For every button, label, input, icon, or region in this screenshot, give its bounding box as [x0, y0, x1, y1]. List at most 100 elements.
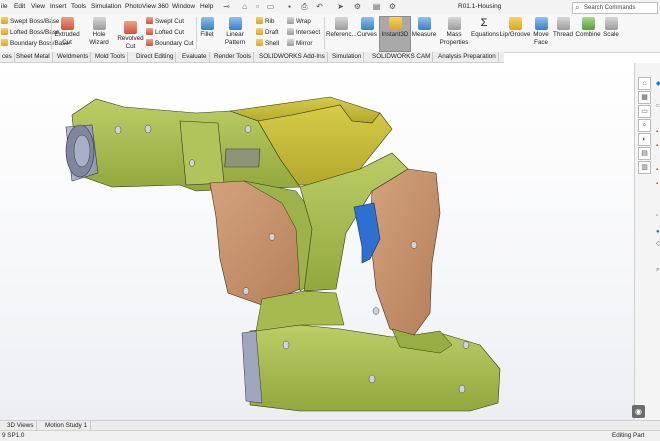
housing-3d-model[interactable]: [0, 63, 634, 420]
mirror-label: Mirror: [296, 40, 313, 47]
solidworks-resources-icon[interactable]: ⌂: [638, 77, 651, 90]
custom-properties-icon[interactable]: ▤: [638, 147, 651, 160]
tab-direct-editing[interactable]: Direct Editing: [134, 52, 177, 62]
menu-simulation[interactable]: Simulation: [91, 3, 121, 10]
menu-view[interactable]: View: [31, 3, 45, 10]
combine-button[interactable]: Combine: [574, 17, 602, 39]
rebuild-icon[interactable]: ⚙: [353, 2, 362, 11]
revolved-cut-button[interactable]: Revolved Cut: [117, 21, 144, 51]
file-explorer-icon[interactable]: ▭: [638, 105, 651, 118]
search-commands-input[interactable]: ⌕ Search Commands: [572, 2, 658, 14]
edit-appearance-icon[interactable]: ▪: [656, 167, 660, 174]
heads-up-toolbar-toggle-icon[interactable]: ◉: [632, 405, 645, 418]
design-library-icon[interactable]: ▦: [638, 91, 651, 104]
menu-window[interactable]: Window: [172, 3, 195, 10]
menu-photoview[interactable]: PhotoView 360: [125, 3, 169, 10]
options-icon[interactable]: ⚙: [388, 2, 397, 11]
shell-button[interactable]: Shell: [256, 39, 279, 49]
thread-button[interactable]: Thread: [552, 17, 574, 39]
task-pane: ⌂ ▦ ▭ ⌕ ◐ ▤ ▥ ◆ ▭ ▪ ▪ ▪ ▪ ▫ ● ◇ ⌕: [634, 63, 660, 420]
instant3d-label: Instant3D: [381, 31, 409, 38]
curves-label: Curves: [357, 31, 377, 38]
label-plate: [224, 148, 261, 168]
linear-pattern-button[interactable]: Linear Pattern: [216, 17, 254, 47]
mirror-button[interactable]: Mirror: [287, 39, 312, 49]
menu-tools[interactable]: Tools: [71, 3, 86, 10]
linear-pattern-icon: [228, 17, 242, 30]
tab-weldments[interactable]: Weldments: [55, 52, 92, 62]
rib-icon: [256, 17, 263, 24]
equations-button[interactable]: Σ Equations: [471, 17, 499, 39]
tab-mold-tools[interactable]: Mold Tools: [93, 52, 128, 62]
boundary-cut-button[interactable]: Boundary Cut: [146, 39, 194, 49]
measure-button[interactable]: Measure: [411, 17, 437, 39]
equations-icon: Σ: [480, 17, 488, 29]
zoom-view-icon[interactable]: ⌕: [656, 267, 660, 274]
undo-icon[interactable]: ↶: [315, 2, 324, 11]
print-icon[interactable]: ⎙: [300, 2, 309, 11]
intersect-icon: [287, 28, 294, 35]
intersect-label: Intersect: [296, 29, 321, 36]
rib-button[interactable]: Rib: [256, 17, 274, 27]
lofted-cut-button[interactable]: Lofted Cut: [146, 28, 184, 38]
tab-render-tools[interactable]: Render Tools: [212, 52, 254, 62]
view-orientation-icon[interactable]: ◆: [656, 81, 660, 88]
document-title: R01.1-Housing: [458, 3, 502, 10]
nozzle-inner: [73, 134, 91, 168]
search-icon[interactable]: ⌕: [638, 119, 651, 132]
select-arrow-icon[interactable]: ➤: [336, 2, 345, 11]
tab-simulation[interactable]: Simulation: [330, 52, 365, 62]
tab-analysis-preparation[interactable]: Analysis Preparation: [436, 52, 499, 62]
extruded-cut-button[interactable]: Extruded Cut: [54, 17, 80, 47]
draft-button[interactable]: Draft: [256, 28, 279, 38]
handle-grip: [369, 168, 441, 336]
hole-wizard-button[interactable]: Hole Wizard: [82, 17, 116, 47]
tab-sheet-metal[interactable]: Sheet Metal: [14, 52, 53, 62]
instant3d-button[interactable]: Instant3D: [379, 16, 411, 52]
fillet-button[interactable]: Fillet: [198, 17, 216, 39]
appearances-icon[interactable]: ◐: [638, 133, 651, 146]
view-settings-icon[interactable]: ▫: [656, 213, 660, 220]
tab-solidworks-addins[interactable]: SOLIDWORKS Add-Ins: [257, 52, 328, 62]
wrap-label: Wrap: [296, 18, 311, 25]
lip-groove-label: Lip/Groove: [499, 31, 531, 38]
open-folder-icon[interactable]: ▭: [266, 2, 275, 11]
display-style-icon[interactable]: ▪: [656, 129, 660, 136]
save-icon[interactable]: ▪: [285, 2, 294, 11]
pin-icon[interactable]: ⊸: [222, 2, 231, 11]
menu-help[interactable]: Help: [200, 3, 213, 10]
tab-solidworks-cam[interactable]: SOLIDWORKS CAM: [370, 52, 434, 62]
scale-button[interactable]: Scale: [602, 17, 620, 39]
move-face-icon: [534, 17, 548, 30]
screw-hole: [282, 340, 290, 350]
menu-edit[interactable]: Edit: [14, 3, 25, 10]
pan-view-icon[interactable]: ◇: [656, 241, 660, 248]
mass-properties-button[interactable]: Mass Properties: [437, 17, 471, 47]
tab-features[interactable]: ces: [0, 52, 15, 62]
move-face-button[interactable]: Move Face: [531, 17, 551, 47]
search-icon: ⌕: [575, 3, 580, 12]
reference-geometry-label: Referenc...: [326, 31, 357, 38]
hide-show-icon[interactable]: ▪: [656, 143, 660, 150]
lip-groove-button[interactable]: Lip/Groove: [499, 17, 531, 39]
menu-insert[interactable]: Insert: [50, 3, 66, 10]
rotate-view-icon[interactable]: ●: [656, 229, 660, 236]
reference-geometry-button[interactable]: Referenc...: [326, 17, 357, 39]
menu-file[interactable]: ile: [1, 3, 8, 10]
home-icon[interactable]: ⌂: [240, 2, 249, 11]
file-properties-icon[interactable]: ▤: [372, 2, 381, 11]
swept-cut-button[interactable]: Swept Cut: [146, 17, 184, 27]
tab-evaluate[interactable]: Evaluate: [180, 52, 210, 62]
curves-button[interactable]: Curves: [356, 17, 378, 39]
intersect-button[interactable]: Intersect: [287, 28, 320, 38]
graphics-viewport[interactable]: [0, 63, 634, 420]
version-status: 9 SP1.0: [2, 432, 25, 439]
view-palette-icon[interactable]: ▥: [638, 161, 651, 174]
boundary-cut-icon: [146, 39, 153, 46]
new-document-icon[interactable]: ▫: [253, 2, 262, 11]
ribbon-separator: [51, 17, 52, 49]
hole-wizard-label: Hole Wizard: [89, 31, 109, 46]
section-view-icon[interactable]: ▭: [656, 103, 660, 110]
wrap-button[interactable]: Wrap: [287, 17, 311, 27]
apply-scene-icon[interactable]: ▪: [656, 181, 660, 188]
